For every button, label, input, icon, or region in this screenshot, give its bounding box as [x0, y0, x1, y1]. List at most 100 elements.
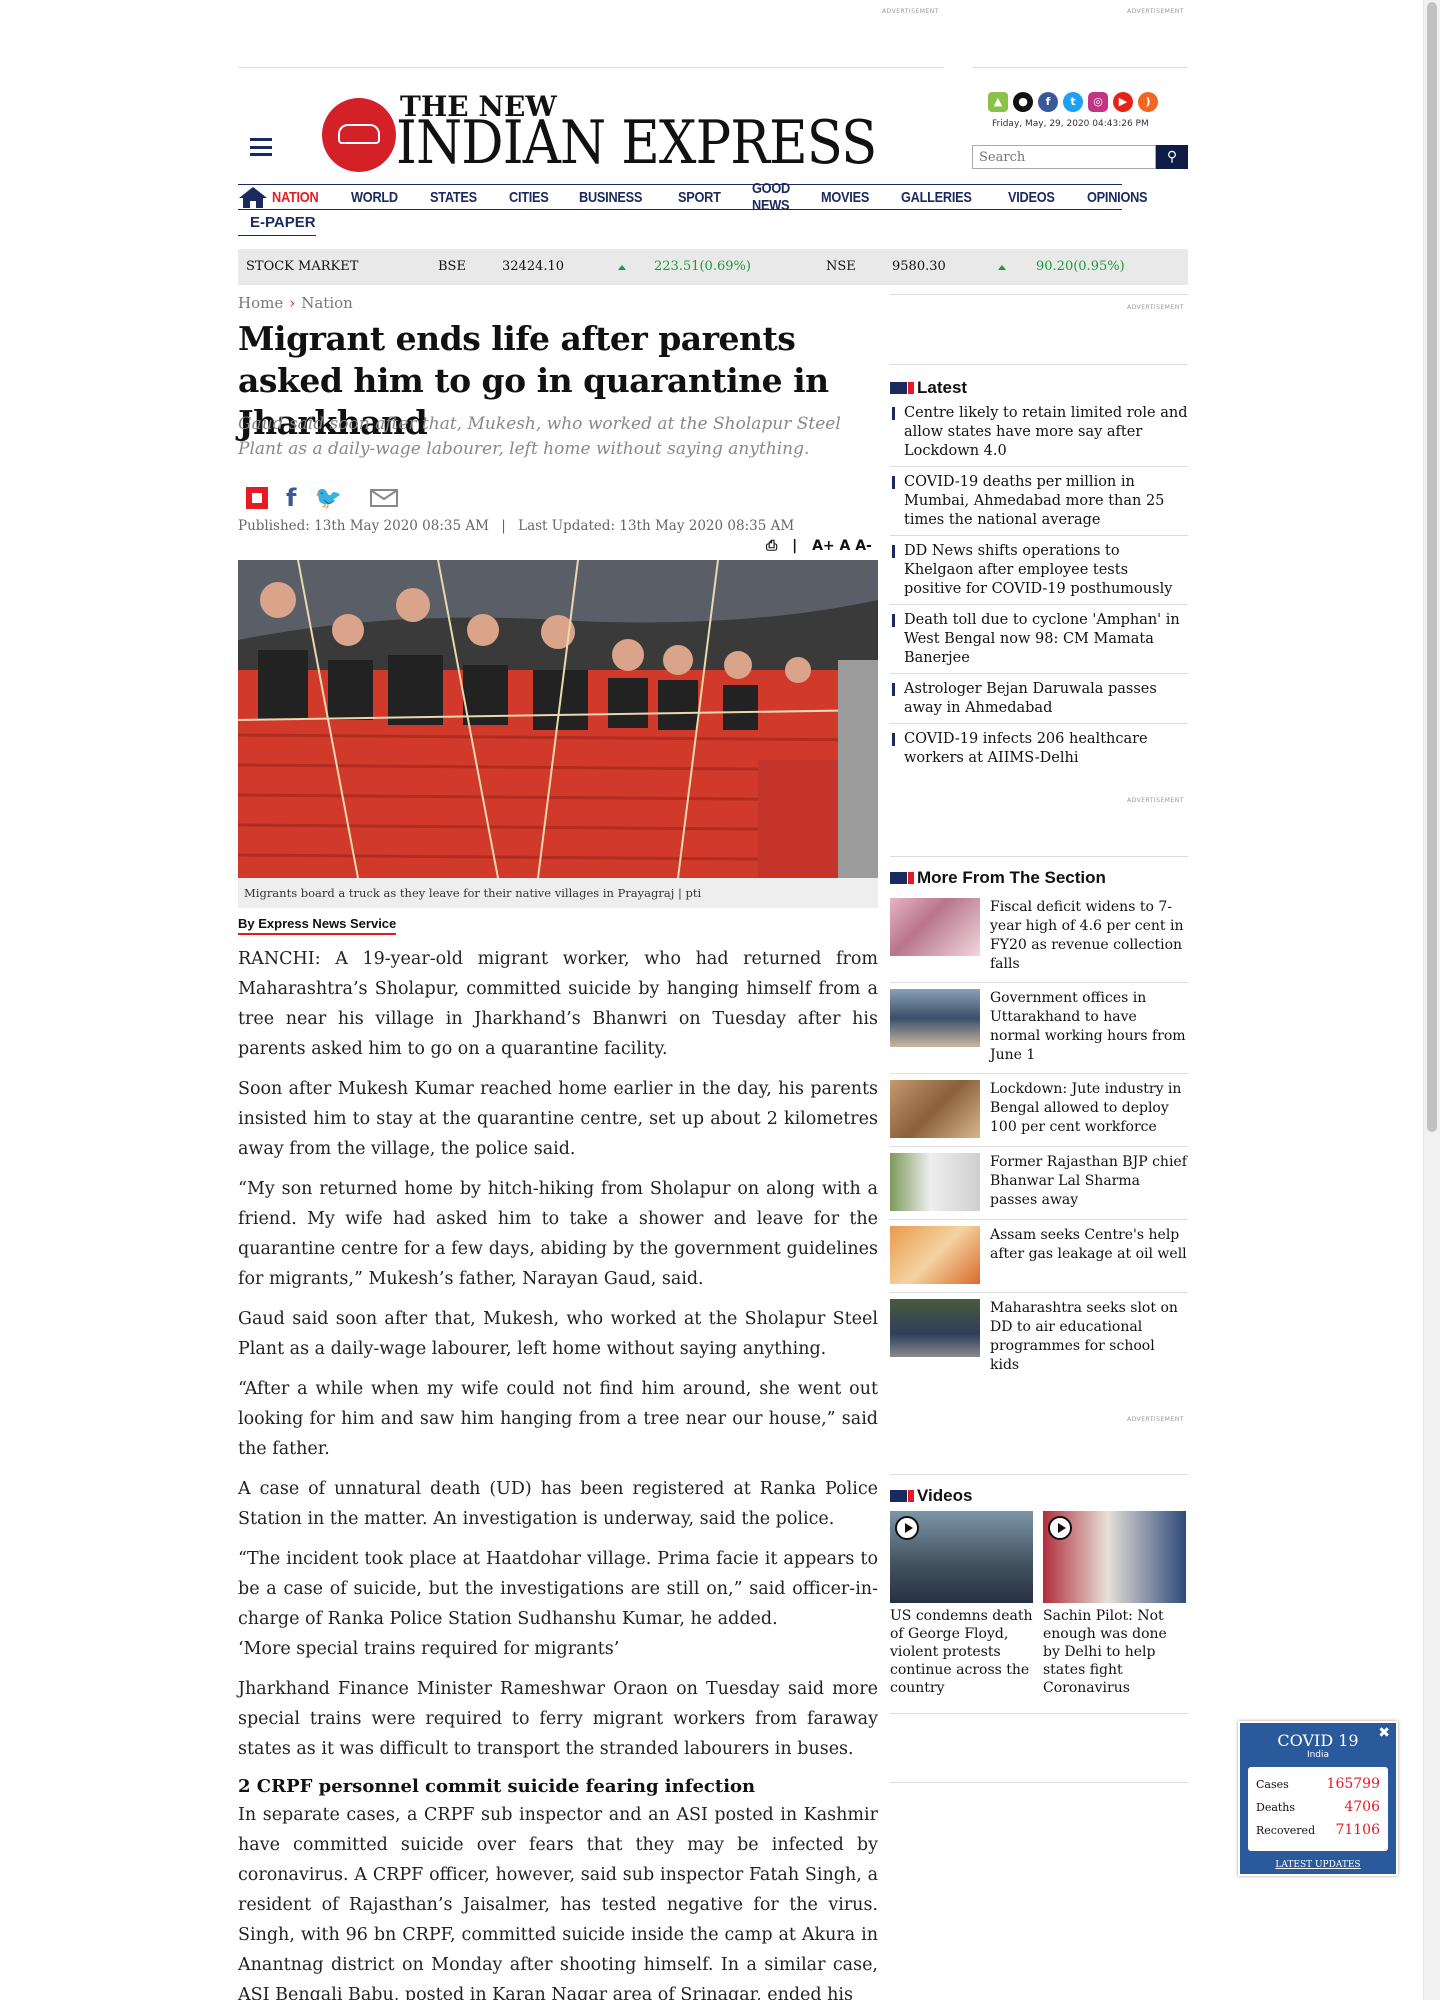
- play-icon[interactable]: [1048, 1516, 1072, 1540]
- nav-item-good-news[interactable]: GOOD NEWS: [752, 180, 790, 214]
- hero-caption: Migrants board a truck as they leave for…: [238, 878, 878, 908]
- breadcrumb-home[interactable]: Home: [238, 294, 283, 312]
- videos-bottom-divider: [890, 1713, 1188, 1714]
- more-item-title[interactable]: Lockdown: Jute industry in Bengal allowe…: [990, 1080, 1188, 1138]
- video-card[interactable]: US condemns death of George Floyd, viole…: [890, 1511, 1033, 1697]
- latest-item[interactable]: COVID-19 infects 206 healthcare workers …: [890, 724, 1188, 773]
- nav-item-galleries[interactable]: GALLERIES: [901, 189, 972, 206]
- email-share-icon[interactable]: [369, 489, 398, 507]
- youtube-icon[interactable]: ▶: [1113, 92, 1133, 112]
- header-divider-left: [238, 67, 944, 68]
- more-thumbnail[interactable]: [890, 1153, 980, 1211]
- facebook-share-icon[interactable]: f: [286, 484, 296, 512]
- more-item[interactable]: Former Rajasthan BJP chief Bhanwar Lal S…: [890, 1147, 1188, 1220]
- scrollbar-thumb[interactable]: [1427, 2, 1437, 1132]
- breadcrumb: Home › Nation: [238, 294, 353, 312]
- more-item[interactable]: Assam seeks Centre's help after gas leak…: [890, 1220, 1188, 1293]
- more-item[interactable]: Government offices in Uttarakhand to hav…: [890, 983, 1188, 1074]
- nav-item-sport[interactable]: SPORT: [678, 189, 721, 206]
- nav-item-opinions[interactable]: OPINIONS: [1087, 189, 1148, 206]
- play-icon[interactable]: [895, 1516, 919, 1540]
- more-thumbnail[interactable]: [890, 1299, 980, 1357]
- video-thumbnail[interactable]: [1043, 1511, 1186, 1603]
- latest-heading: Latest: [890, 378, 1188, 398]
- instagram-icon[interactable]: ◎: [1088, 92, 1108, 112]
- more-divider: [890, 856, 1188, 857]
- breadcrumb-section[interactable]: Nation: [301, 294, 353, 312]
- more-thumbnail[interactable]: [890, 1226, 980, 1284]
- more-item-title[interactable]: Assam seeks Centre's help after gas leak…: [990, 1226, 1188, 1284]
- video-title[interactable]: US condemns death of George Floyd, viole…: [890, 1607, 1033, 1697]
- ad-label-1: ADVERTISEMENT: [882, 8, 939, 15]
- flipboard-icon[interactable]: [246, 487, 268, 509]
- more-item-title[interactable]: Fiscal deficit widens to 7-year high of …: [990, 898, 1188, 974]
- paragraph-1: RANCHI: A 19-year-old migrant worker, wh…: [238, 949, 878, 1059]
- social-links: ▲ ● f t ◎ ▶ ): [988, 92, 1158, 112]
- video-title[interactable]: Sachin Pilot: Not enough was done by Del…: [1043, 1607, 1186, 1697]
- nav-item-nation[interactable]: NATION: [272, 189, 319, 206]
- font-size-controls[interactable]: A+ A A-: [812, 538, 872, 554]
- breadcrumb-chevron-icon: ›: [289, 294, 296, 312]
- print-icon[interactable]: ⎙: [766, 538, 777, 554]
- latest-title: Latest: [917, 378, 968, 397]
- search-input[interactable]: [972, 145, 1156, 169]
- more-item-title[interactable]: Maharashtra seeks slot on DD to air educ…: [990, 1299, 1188, 1375]
- covid-row-recovered: Recovered 71106: [1256, 1819, 1380, 1842]
- latest-item[interactable]: Centre likely to retain limited role and…: [890, 398, 1188, 467]
- video-thumbnail[interactable]: [890, 1511, 1033, 1603]
- covid-stats: Cases 165799 Deaths 4706 Recovered 71106: [1248, 1767, 1388, 1851]
- latest-updates-link[interactable]: LATEST UPDATES: [1240, 1860, 1396, 1870]
- paragraph-5: “After a while when my wife could not fi…: [238, 1379, 878, 1459]
- nav-item-business[interactable]: BUSINESS: [579, 189, 642, 206]
- latest-item[interactable]: Death toll due to cyclone 'Amphan' in We…: [890, 605, 1188, 674]
- article-dates: Published: 13th May 2020 08:35 AM | Last…: [238, 518, 795, 534]
- logo-emblem[interactable]: [322, 98, 396, 172]
- covid-row-deaths: Deaths 4706: [1256, 1796, 1380, 1819]
- nav-item-epaper[interactable]: E-PAPER: [238, 212, 316, 236]
- more-title: More From The Section: [917, 868, 1106, 887]
- more-item-title[interactable]: Former Rajasthan BJP chief Bhanwar Lal S…: [990, 1153, 1188, 1211]
- menu-icon[interactable]: [250, 138, 272, 156]
- android-icon[interactable]: ▲: [988, 92, 1008, 112]
- more-item-title[interactable]: Government offices in Uttarakhand to hav…: [990, 989, 1188, 1065]
- more-thumbnail[interactable]: [890, 1080, 980, 1138]
- video-card[interactable]: Sachin Pilot: Not enough was done by Del…: [1043, 1511, 1186, 1697]
- nav-item-world[interactable]: WORLD: [351, 189, 398, 206]
- paragraph-8: ‘More special trains required for migran…: [238, 1639, 620, 1659]
- twitter-share-icon[interactable]: 🐦: [314, 486, 341, 511]
- article-subheading: 2 CRPF personnel commit suicide fearing …: [238, 1776, 756, 1797]
- more-item[interactable]: Lockdown: Jute industry in Bengal allowe…: [890, 1074, 1188, 1147]
- videos-heading: Videos: [890, 1486, 1188, 1506]
- rss-icon[interactable]: ): [1138, 92, 1158, 112]
- videos-section: Videos US condemns death of George Floyd…: [890, 1486, 1188, 1697]
- latest-item[interactable]: COVID-19 deaths per million in Mumbai, A…: [890, 467, 1188, 536]
- more-item[interactable]: Fiscal deficit widens to 7-year high of …: [890, 892, 1188, 983]
- facebook-icon[interactable]: f: [1038, 92, 1058, 112]
- nav-item-movies[interactable]: MOVIES: [821, 189, 869, 206]
- latest-item[interactable]: DD News shifts operations to Khelgaon af…: [890, 536, 1188, 605]
- apple-icon[interactable]: ●: [1013, 92, 1033, 112]
- latest-item[interactable]: Astrologer Bejan Daruwala passes away in…: [890, 674, 1188, 724]
- section-flag-icon: [890, 382, 914, 394]
- logo-line2[interactable]: INDIAN EXPRESS: [396, 108, 877, 178]
- more-section: More From The Section Fiscal deficit wid…: [890, 868, 1188, 1383]
- more-item[interactable]: Maharashtra seeks slot on DD to air educ…: [890, 1293, 1188, 1383]
- deaths-value: 4706: [1344, 1799, 1380, 1815]
- page-scrollbar[interactable]: [1423, 0, 1440, 2000]
- more-thumbnail[interactable]: [890, 898, 980, 956]
- twitter-icon[interactable]: t: [1063, 92, 1083, 112]
- nav-item-states[interactable]: STATES: [430, 189, 477, 206]
- nse-change: 90.20(0.95%): [1036, 259, 1125, 274]
- paragraph-6: A case of unnatural death (UD) has been …: [238, 1479, 878, 1529]
- search-button[interactable]: ⚲: [1156, 145, 1188, 169]
- more-thumbnail[interactable]: [890, 989, 980, 1047]
- stock-label: STOCK MARKET: [246, 259, 359, 274]
- nav-item-videos[interactable]: VIDEOS: [1008, 189, 1055, 206]
- article-byline[interactable]: By Express News Service: [238, 916, 397, 935]
- close-icon[interactable]: ✖: [1378, 1725, 1390, 1741]
- main-nav: NATION WORLD STATES CITIES BUSINESS SPOR…: [238, 180, 1148, 214]
- home-icon[interactable]: [238, 184, 268, 210]
- nav-item-cities[interactable]: CITIES: [509, 189, 549, 206]
- recovered-label: Recovered: [1256, 1824, 1316, 1837]
- latest-divider: [890, 364, 1188, 365]
